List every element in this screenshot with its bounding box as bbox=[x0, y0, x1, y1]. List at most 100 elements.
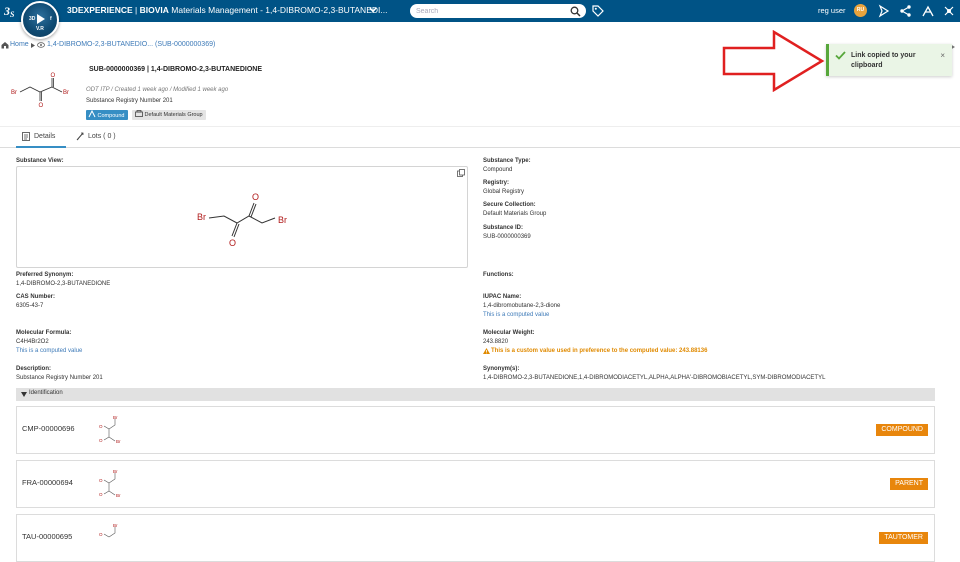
synonyms-label: Synonym(s): bbox=[483, 366, 520, 372]
preferred-synonym-value: 1,4-DIBROMO-2,3-BUTANEDIONE bbox=[16, 281, 111, 287]
functions-label: Functions: bbox=[483, 272, 514, 278]
substance-viewer[interactable]: Br Br O O bbox=[16, 166, 468, 268]
compass-label: V.R bbox=[36, 26, 44, 32]
secure-collection-value: Default Materials Group bbox=[483, 211, 547, 217]
molecule-structure: Br Br O O bbox=[197, 192, 287, 247]
identification-title: Identification bbox=[29, 390, 63, 396]
close-icon[interactable]: × bbox=[940, 51, 945, 60]
atom-o: O bbox=[39, 103, 44, 109]
divider bbox=[0, 126, 960, 127]
share-icon[interactable] bbox=[877, 4, 891, 18]
weight-value: 243.8820 bbox=[483, 339, 509, 345]
compass-icon[interactable]: 3D f V.R bbox=[21, 1, 59, 39]
annotation-arrow bbox=[722, 30, 825, 92]
atom-o: O bbox=[252, 192, 259, 202]
group-icon bbox=[135, 110, 143, 117]
iupac-computed-note: This is a computed value bbox=[483, 312, 550, 318]
chevron-right-icon bbox=[31, 43, 35, 48]
breadcrumb-home[interactable]: Home bbox=[10, 41, 29, 48]
home-icon[interactable] bbox=[1, 41, 9, 49]
toast-message: Link copied to your clipboard bbox=[851, 52, 916, 69]
atom-br: Br bbox=[116, 493, 121, 498]
weight-warning: This is a custom value used in preferenc… bbox=[491, 348, 708, 354]
atom-o: O bbox=[99, 492, 103, 497]
weight-label: Molecular Weight: bbox=[483, 330, 535, 336]
compound-badge-label: Compound bbox=[97, 113, 125, 119]
copy-icon[interactable] bbox=[457, 169, 465, 177]
ds-logo-icon[interactable]: 3S bbox=[3, 3, 18, 19]
registry-value: Global Registry bbox=[483, 189, 525, 195]
identification-card[interactable]: FRA-00000694 Br Br O O PARENT bbox=[16, 460, 935, 508]
description-value: Substance Registry Number 201 bbox=[16, 375, 103, 381]
atom-br: Br bbox=[278, 215, 287, 225]
iupac-label: IUPAC Name: bbox=[483, 294, 522, 300]
search-input[interactable] bbox=[410, 4, 560, 18]
cas-label: CAS Number: bbox=[16, 294, 56, 300]
help-icon[interactable] bbox=[942, 4, 956, 18]
record-description: Substance Registry Number 201 bbox=[86, 98, 173, 104]
tab-lots-label: Lots ( 0 ) bbox=[88, 133, 116, 140]
iupac-value: 1,4-dibromobutane-2,3-dione bbox=[483, 303, 561, 309]
atom-br: Br bbox=[113, 469, 118, 474]
identification-card[interactable]: CMP-00000696 Br Br O O COMPOUND bbox=[16, 406, 935, 454]
brand-prefix: 3DEXPERIENCE bbox=[67, 5, 133, 15]
atom-o: O bbox=[99, 478, 103, 483]
app-name: Materials Management - 1,4-DIBROMO-2,3-B… bbox=[171, 5, 388, 15]
search-box bbox=[410, 4, 586, 18]
structure-thumbnail: Br Br O O bbox=[99, 415, 121, 444]
tabs-divider bbox=[0, 147, 960, 148]
user-name[interactable]: reg user bbox=[818, 6, 846, 15]
tag-icon[interactable] bbox=[592, 5, 604, 17]
network-icon[interactable] bbox=[899, 4, 913, 18]
lots-icon bbox=[76, 132, 84, 141]
brand-app: BIOVIA bbox=[139, 5, 169, 15]
role-tag: TAUTOMER bbox=[879, 532, 928, 544]
identification-id: FRA-00000694 bbox=[22, 478, 73, 487]
group-badge-label: Default Materials Group bbox=[144, 112, 203, 118]
compound-icon bbox=[88, 109, 96, 118]
substance-view-label: Substance View: bbox=[16, 158, 64, 164]
avatar[interactable]: RU bbox=[854, 4, 867, 17]
search-icon[interactable] bbox=[570, 6, 581, 17]
app-title: 3DEXPERIENCE | BIOVIA Materials Manageme… bbox=[67, 5, 388, 15]
tab-details[interactable]: Details bbox=[16, 128, 66, 148]
atom-br: Br bbox=[63, 90, 69, 96]
cas-value: 6305-43-7 bbox=[16, 303, 44, 309]
tab-lots[interactable]: Lots ( 0 ) bbox=[76, 128, 116, 148]
substance-type-value: Compound bbox=[483, 167, 513, 173]
tab-details-label: Details bbox=[34, 133, 56, 140]
substance-id-value: SUB-0000000369 bbox=[483, 234, 531, 240]
warning-icon bbox=[483, 348, 490, 354]
structure-thumbnail: Br Br O O bbox=[11, 73, 69, 109]
atom-o: O bbox=[229, 238, 236, 247]
formula-label: Molecular Formula: bbox=[16, 330, 72, 336]
identification-card[interactable]: TAU-00000695 Br O TAUTOMER bbox=[16, 514, 935, 562]
formula-computed-note: This is a computed value bbox=[16, 348, 83, 354]
atom-br: Br bbox=[113, 415, 118, 420]
synonyms-value: 1,4-DIBROMO-2,3-BUTANEDIONE,1,4-DIBROMOD… bbox=[483, 375, 826, 381]
group-badge: Default Materials Group bbox=[132, 110, 206, 120]
atom-o: O bbox=[99, 532, 103, 537]
compound-badge: Compound bbox=[86, 109, 129, 120]
top-bar: 3S 3DEXPERIENCE | BIOVIA Materials Manag… bbox=[0, 0, 960, 22]
record-meta: ODT ITP / Created 1 week ago / Modified … bbox=[86, 87, 229, 93]
atom-o: O bbox=[99, 438, 103, 443]
chevron-down-icon[interactable] bbox=[369, 7, 377, 13]
atom-o: O bbox=[51, 73, 56, 79]
structure-thumbnail: Br O bbox=[99, 523, 118, 538]
apps-icon[interactable] bbox=[921, 4, 935, 18]
role-tag: PARENT bbox=[890, 478, 928, 490]
atom-br: Br bbox=[113, 523, 118, 528]
structure-thumbnail: Br Br O O bbox=[99, 469, 121, 498]
formula-value: C4H4Br2O2 bbox=[16, 339, 49, 345]
identification-section-header[interactable]: Identification bbox=[16, 388, 935, 401]
substance-id-label: Substance ID: bbox=[483, 225, 524, 231]
toast-notification: Link copied to your clipboard × bbox=[826, 44, 952, 76]
view-icon bbox=[37, 42, 45, 48]
description-label: Description: bbox=[16, 366, 52, 372]
checkmark-icon bbox=[835, 51, 846, 60]
atom-br: Br bbox=[197, 212, 206, 222]
breadcrumb-current[interactable]: 1,4-DIBROMO-2,3-BUTANEDIO... (SUB-000000… bbox=[47, 41, 215, 48]
substance-type-label: Substance Type: bbox=[483, 158, 531, 164]
secure-collection-label: Secure Collection: bbox=[483, 202, 536, 208]
